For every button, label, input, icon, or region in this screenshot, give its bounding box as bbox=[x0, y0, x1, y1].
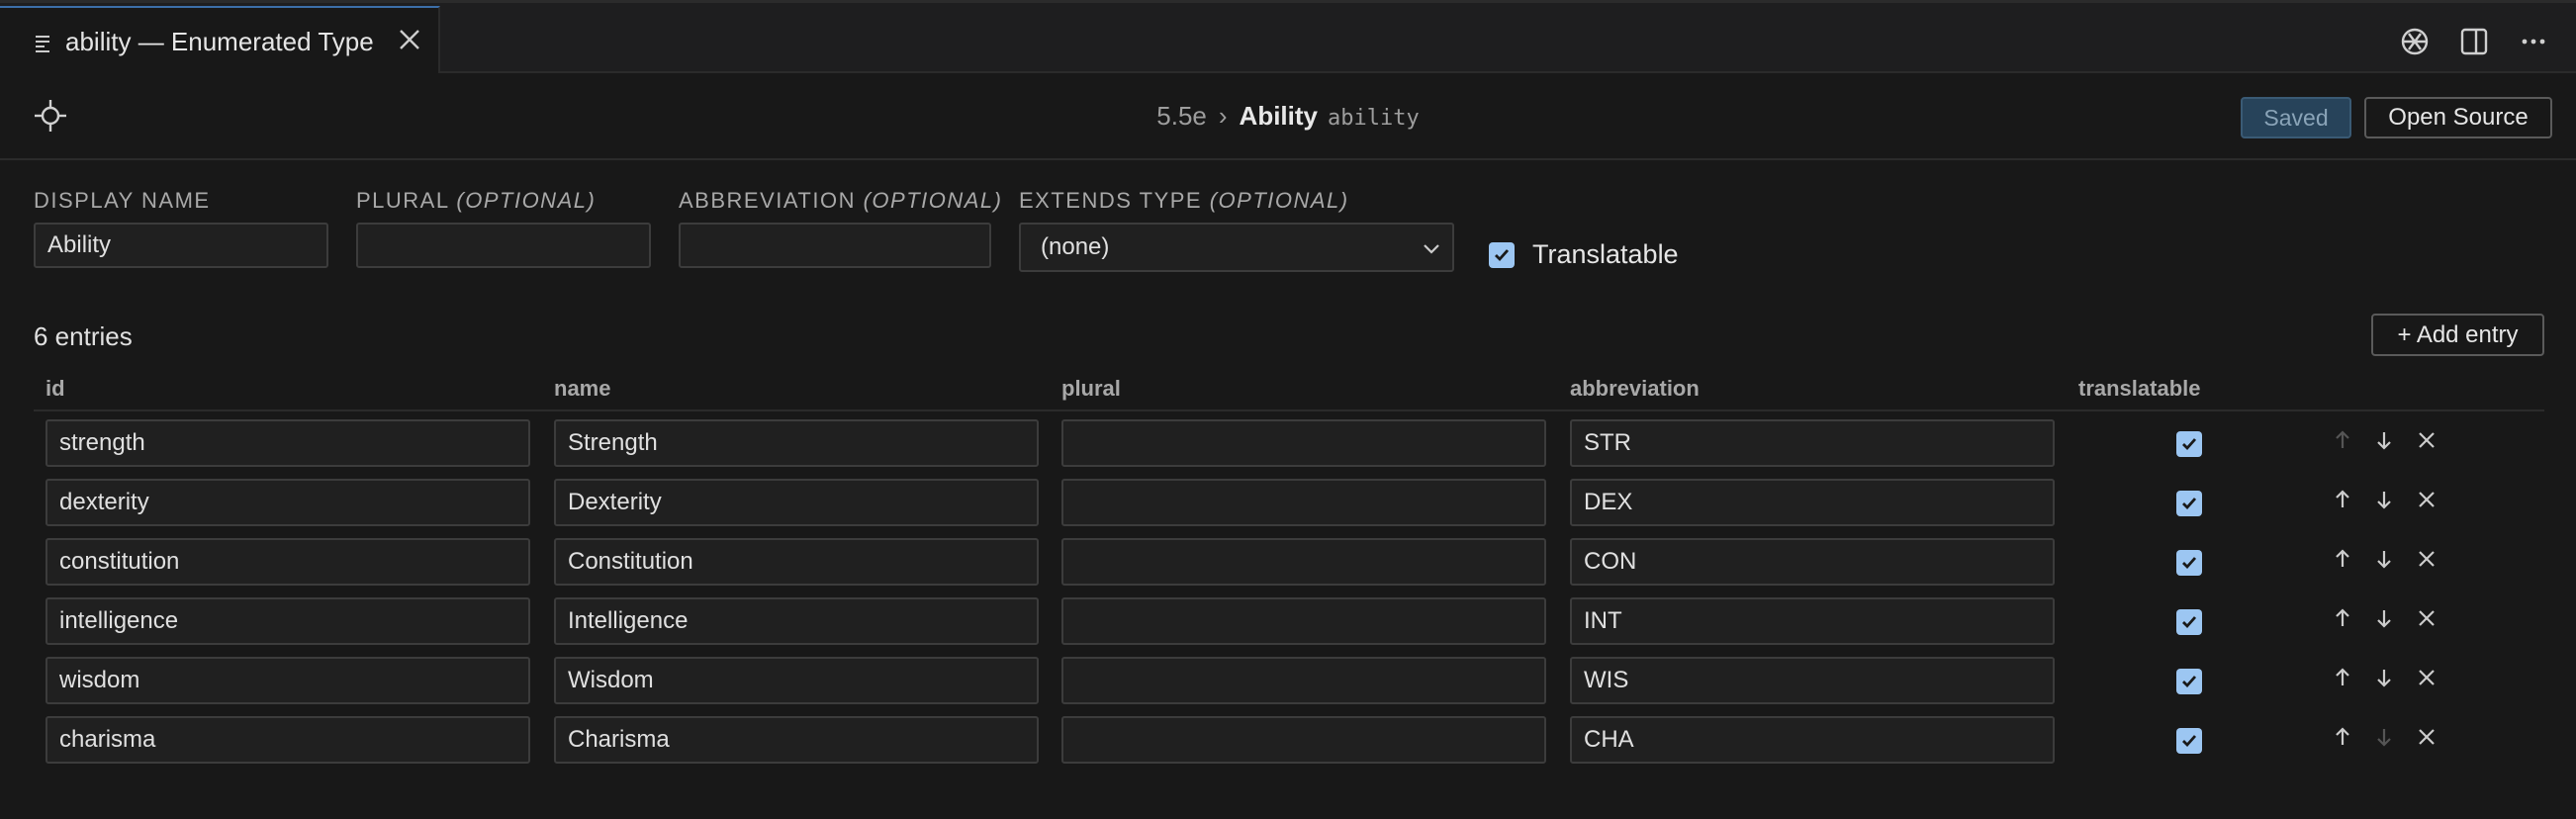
entry-name-input[interactable] bbox=[554, 716, 1039, 764]
plural-input[interactable] bbox=[356, 223, 651, 268]
table-row bbox=[0, 710, 2576, 770]
entry-plural-input[interactable] bbox=[1061, 657, 1546, 704]
entry-id-input[interactable] bbox=[46, 597, 530, 645]
openai-icon[interactable] bbox=[2398, 25, 2432, 58]
translatable-label: Translatable bbox=[1532, 239, 1679, 269]
breadcrumb-separator: › bbox=[1218, 101, 1228, 131]
entries-count: 6 entries bbox=[34, 321, 133, 351]
entry-name-input[interactable] bbox=[554, 597, 1039, 645]
close-icon[interactable] bbox=[2414, 427, 2439, 453]
table-row bbox=[0, 592, 2576, 651]
arrow-up-icon[interactable] bbox=[2330, 487, 2355, 512]
arrow-down-icon[interactable] bbox=[2371, 665, 2397, 690]
entry-abbreviation-input[interactable] bbox=[1570, 419, 2055, 467]
plural-label: PLURAL (OPTIONAL) bbox=[356, 188, 597, 213]
extends-type-label: EXTENDS TYPE (OPTIONAL) bbox=[1019, 188, 1349, 213]
translatable-checkbox[interactable] bbox=[1489, 241, 1515, 268]
display-name-input[interactable] bbox=[34, 223, 328, 268]
entry-translatable-checkbox[interactable] bbox=[2176, 550, 2202, 576]
entry-id-input[interactable] bbox=[46, 419, 530, 467]
arrow-up-icon[interactable] bbox=[2330, 665, 2355, 690]
abbreviation-label: ABBREVIATION (OPTIONAL) bbox=[679, 188, 1003, 213]
entry-name-input[interactable] bbox=[554, 657, 1039, 704]
entry-name-input[interactable] bbox=[554, 479, 1039, 526]
more-icon[interactable] bbox=[2517, 25, 2550, 58]
close-icon[interactable] bbox=[2414, 546, 2439, 572]
entry-id-input[interactable] bbox=[46, 538, 530, 586]
open-source-button[interactable]: Open Source bbox=[2364, 97, 2552, 138]
breadcrumb: 5.5e › Ability ability bbox=[0, 101, 2576, 132]
list-icon bbox=[34, 33, 53, 52]
entry-name-input[interactable] bbox=[554, 419, 1039, 467]
entry-abbreviation-input[interactable] bbox=[1570, 597, 2055, 645]
table-row bbox=[0, 532, 2576, 592]
arrow-down-icon[interactable] bbox=[2371, 427, 2397, 453]
arrow-up-icon[interactable] bbox=[2330, 427, 2355, 453]
close-icon[interactable] bbox=[2414, 724, 2439, 750]
close-icon[interactable] bbox=[397, 27, 422, 52]
arrow-down-icon[interactable] bbox=[2371, 724, 2397, 750]
entry-plural-input[interactable] bbox=[1061, 419, 1546, 467]
arrow-up-icon[interactable] bbox=[2330, 546, 2355, 572]
entry-id-input[interactable] bbox=[46, 479, 530, 526]
arrow-down-icon[interactable] bbox=[2371, 487, 2397, 512]
editor-tab[interactable]: ability — Enumerated Type bbox=[0, 6, 440, 76]
display-name-label: DISPLAY NAME bbox=[34, 188, 211, 213]
chevron-down-icon bbox=[1421, 238, 1442, 260]
entry-name-input[interactable] bbox=[554, 538, 1039, 586]
entry-abbreviation-input[interactable] bbox=[1570, 716, 2055, 764]
extends-type-select[interactable]: (none) bbox=[1019, 223, 1454, 272]
type-code-id: ability bbox=[1328, 106, 1420, 131]
entry-plural-input[interactable] bbox=[1061, 538, 1546, 586]
entry-id-input[interactable] bbox=[46, 716, 530, 764]
table-row bbox=[0, 413, 2576, 473]
saved-button[interactable]: Saved bbox=[2241, 97, 2351, 138]
close-icon[interactable] bbox=[2414, 487, 2439, 512]
arrow-up-icon[interactable] bbox=[2330, 605, 2355, 631]
table-row bbox=[0, 651, 2576, 710]
extends-type-value: (none) bbox=[1041, 233, 1110, 260]
entry-translatable-checkbox[interactable] bbox=[2176, 728, 2202, 754]
close-icon[interactable] bbox=[2414, 605, 2439, 631]
entry-id-input[interactable] bbox=[46, 657, 530, 704]
add-entry-button[interactable]: + Add entry bbox=[2371, 314, 2544, 356]
arrow-down-icon[interactable] bbox=[2371, 605, 2397, 631]
breadcrumb-root[interactable]: 5.5e bbox=[1156, 101, 1207, 131]
column-header-plural: plural bbox=[1061, 376, 1121, 401]
column-header-name: name bbox=[554, 376, 611, 401]
entry-abbreviation-input[interactable] bbox=[1570, 538, 2055, 586]
entry-plural-input[interactable] bbox=[1061, 479, 1546, 526]
entry-translatable-checkbox[interactable] bbox=[2176, 669, 2202, 694]
column-header-abbreviation: abbreviation bbox=[1570, 376, 1700, 401]
arrow-down-icon[interactable] bbox=[2371, 546, 2397, 572]
table-row bbox=[0, 473, 2576, 532]
entry-abbreviation-input[interactable] bbox=[1570, 479, 2055, 526]
arrow-up-icon[interactable] bbox=[2330, 724, 2355, 750]
entry-plural-input[interactable] bbox=[1061, 716, 1546, 764]
abbreviation-input[interactable] bbox=[679, 223, 991, 268]
tab-title: ability — Enumerated Type bbox=[65, 27, 374, 56]
entry-abbreviation-input[interactable] bbox=[1570, 657, 2055, 704]
tab-bar: ability — Enumerated Type bbox=[0, 0, 2576, 76]
entry-translatable-checkbox[interactable] bbox=[2176, 431, 2202, 457]
entry-translatable-checkbox[interactable] bbox=[2176, 609, 2202, 635]
page-title: Ability bbox=[1239, 101, 1318, 131]
column-header-id: id bbox=[46, 376, 65, 401]
translatable-toggle[interactable]: Translatable bbox=[1489, 239, 1679, 270]
entry-plural-input[interactable] bbox=[1061, 597, 1546, 645]
close-icon[interactable] bbox=[2414, 665, 2439, 690]
column-header-translatable: translatable bbox=[2078, 376, 2201, 401]
header-divider bbox=[34, 410, 2544, 411]
editor-header: 5.5e › Ability ability Saved Open Source bbox=[0, 73, 2576, 160]
entry-translatable-checkbox[interactable] bbox=[2176, 491, 2202, 516]
split-editor-icon[interactable] bbox=[2457, 25, 2491, 58]
